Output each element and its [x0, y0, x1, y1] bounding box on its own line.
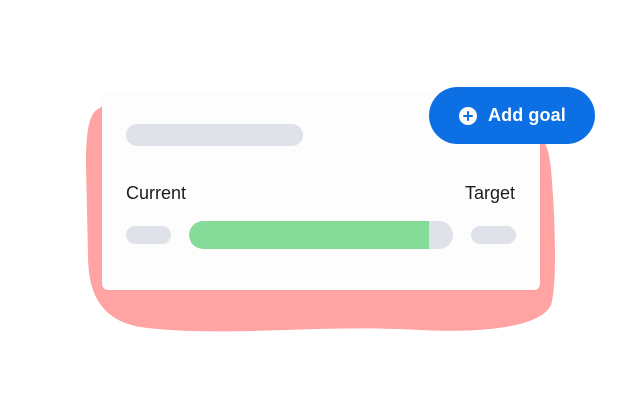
target-label: Target	[464, 183, 515, 203]
current-value-placeholder	[126, 226, 171, 244]
add-goal-label: Add goal	[488, 105, 566, 125]
current-label: Current	[126, 183, 187, 203]
goal-title-placeholder	[126, 124, 303, 146]
plus-circle-icon	[459, 106, 477, 125]
progress-bar	[189, 221, 453, 249]
add-goal-button[interactable]: Add goal	[429, 87, 595, 144]
progress-bar-fill	[189, 221, 430, 249]
target-value-placeholder	[471, 226, 516, 244]
